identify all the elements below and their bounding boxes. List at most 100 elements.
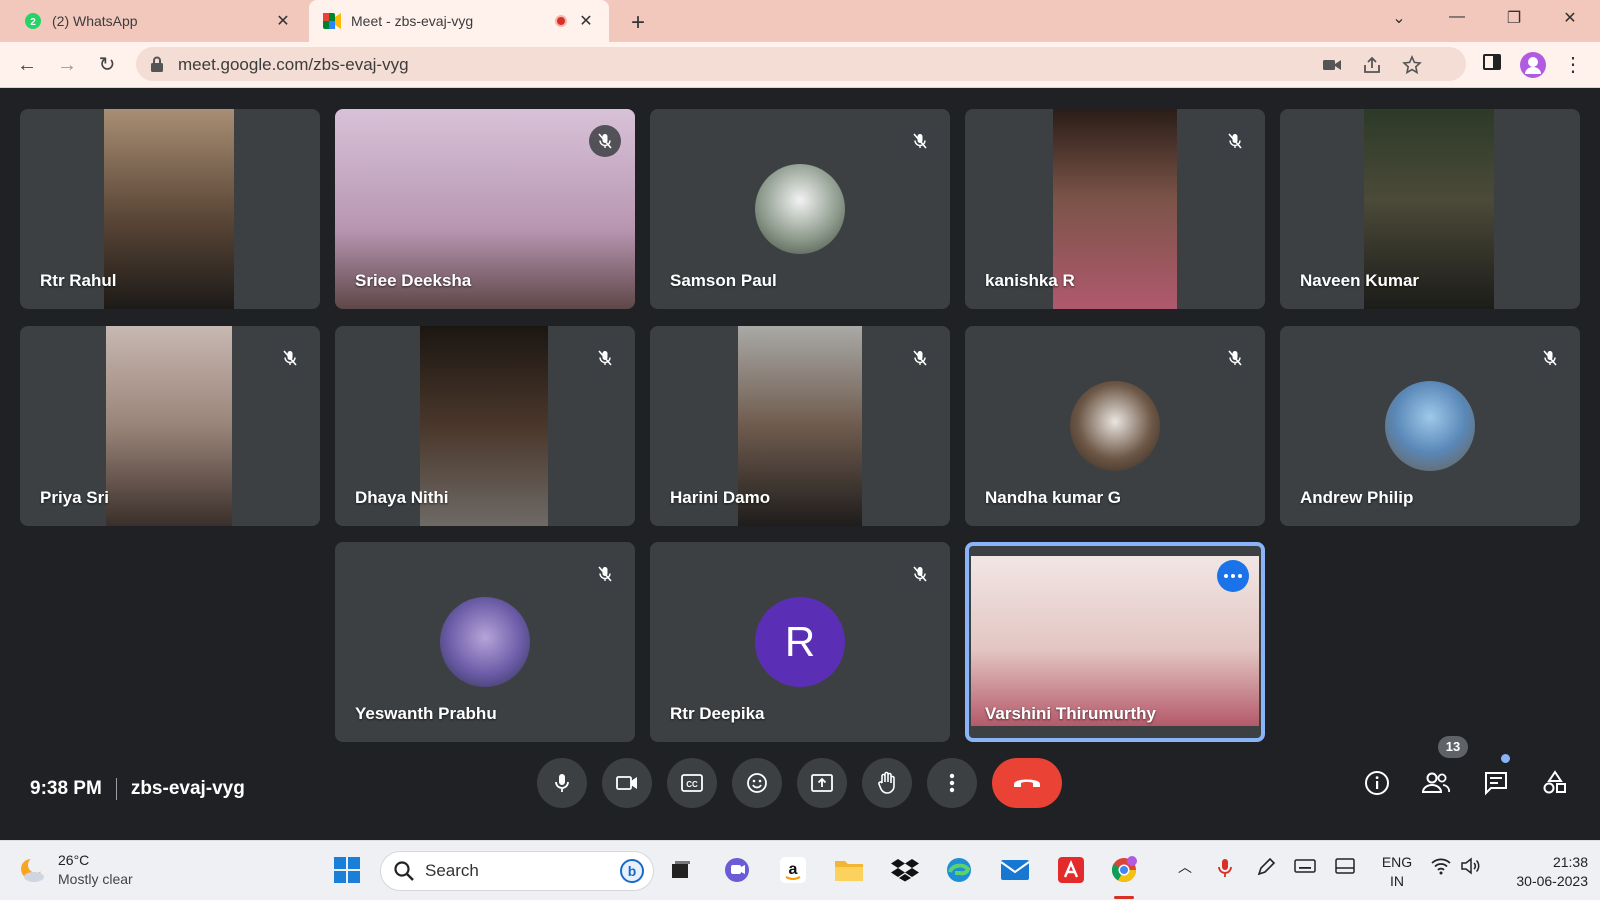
- tab-title: Meet - zbs-evaj-vyg: [351, 13, 474, 29]
- participant-tile[interactable]: Sriee Deeksha: [335, 109, 635, 309]
- system-clock[interactable]: 21:38 30-06-2023: [1498, 853, 1588, 891]
- pen-icon[interactable]: [1256, 857, 1276, 880]
- present-screen-button[interactable]: [797, 758, 847, 808]
- profile-avatar[interactable]: [1520, 52, 1546, 78]
- participant-name: Varshini Thirumurthy: [985, 704, 1156, 723]
- microphone-button[interactable]: [537, 758, 587, 808]
- task-view-icon[interactable]: [664, 853, 698, 887]
- volume-icon[interactable]: [1460, 857, 1482, 878]
- participant-tile[interactable]: Naveen Kumar: [1280, 109, 1580, 309]
- amazon-icon[interactable]: a: [776, 853, 810, 887]
- reload-icon[interactable]: ↻: [94, 52, 120, 78]
- url-text: meet.google.com/zbs-evaj-vyg: [178, 55, 409, 74]
- touch-keyboard-icon[interactable]: [1294, 857, 1316, 878]
- start-button[interactable]: [330, 853, 364, 887]
- mic-off-icon: [589, 558, 621, 590]
- weather-widget[interactable]: 26°C Mostly clear: [18, 851, 133, 889]
- participant-name: Naveen Kumar: [1300, 271, 1420, 290]
- svg-text:a: a: [789, 861, 798, 878]
- moon-cloud-icon: [21, 857, 44, 882]
- camera-in-use-icon[interactable]: [1322, 55, 1342, 75]
- taskbar-search-box[interactable]: Search b: [380, 851, 654, 891]
- participant-tile[interactable]: Harini Damo: [650, 326, 950, 526]
- participant-avatar: [1385, 381, 1475, 471]
- more-vert-icon: [949, 773, 955, 793]
- chat-button[interactable]: [1481, 768, 1511, 798]
- acrobat-icon[interactable]: [1054, 853, 1088, 887]
- wifi-icon[interactable]: [1430, 857, 1452, 878]
- participant-name: Samson Paul: [670, 271, 777, 290]
- tab-meet[interactable]: Meet - zbs-evaj-vyg ✕: [309, 0, 609, 42]
- back-icon[interactable]: ←: [14, 52, 40, 78]
- search-label: Search: [425, 861, 479, 880]
- microphone-in-use-icon[interactable]: [1216, 857, 1234, 882]
- edge-icon[interactable]: [942, 853, 976, 887]
- raise-hand-button[interactable]: [862, 758, 912, 808]
- dropbox-icon[interactable]: [888, 853, 922, 887]
- participant-tile[interactable]: R Rtr Deepika: [650, 542, 950, 742]
- participant-count-badge: 13: [1438, 736, 1468, 758]
- participant-name: Harini Damo: [670, 488, 771, 507]
- participant-tile[interactable]: Rtr Rahul: [20, 109, 320, 309]
- participant-video: [106, 326, 232, 526]
- hang-up-icon: [1014, 779, 1040, 787]
- temperature: 26°C: [58, 852, 90, 868]
- leave-call-button[interactable]: [992, 758, 1062, 808]
- closed-captions-icon: CC: [681, 774, 703, 792]
- participant-tile[interactable]: Andrew Philip: [1280, 326, 1580, 526]
- activities-icon: [1543, 770, 1566, 794]
- show-hidden-icons[interactable]: ︿: [1178, 857, 1192, 877]
- touchpad-icon[interactable]: [1334, 857, 1356, 878]
- file-explorer-icon[interactable]: [832, 853, 866, 887]
- activities-button[interactable]: [1540, 768, 1570, 798]
- participant-tile[interactable]: Yeswanth Prabhu: [335, 542, 635, 742]
- google-meet-icon: [323, 12, 341, 30]
- new-tab-button[interactable]: +: [626, 9, 650, 37]
- participant-name: Rtr Rahul: [40, 271, 117, 290]
- participant-tile[interactable]: Priya Sri: [20, 326, 320, 526]
- captions-button[interactable]: CC: [667, 758, 717, 808]
- language-code: ENG: [1381, 854, 1413, 870]
- reactions-button[interactable]: [732, 758, 782, 808]
- tab-whatsapp[interactable]: 2 (2) WhatsApp ✕: [10, 0, 306, 42]
- participant-tile[interactable]: Nandha kumar G: [965, 326, 1265, 526]
- address-bar[interactable]: meet.google.com/zbs-evaj-vyg: [136, 47, 1466, 81]
- participant-avatar: [440, 597, 530, 687]
- participant-name: Yeswanth Prabhu: [355, 704, 497, 723]
- teams-chat-icon[interactable]: [720, 853, 754, 887]
- input-language-indicator[interactable]: ENG IN: [1379, 853, 1415, 891]
- participant-avatar: [1070, 381, 1160, 471]
- minimize-icon[interactable]: —: [1445, 8, 1469, 26]
- mic-off-icon: [589, 342, 621, 374]
- microphone-icon: [555, 774, 569, 792]
- divider: [115, 778, 117, 800]
- participant-tile-self[interactable]: Varshini Thirumurthy: [965, 542, 1265, 742]
- browser-menu-icon[interactable]: ⋮: [1560, 52, 1586, 78]
- meet-stage: Rtr Rahul Sriee Deeksha Samson Paul kani…: [0, 88, 1600, 840]
- participant-tile[interactable]: kanishka R: [965, 109, 1265, 309]
- forward-icon[interactable]: →: [54, 52, 80, 78]
- more-options-button[interactable]: [927, 758, 977, 808]
- close-window-icon[interactable]: ✕: [1558, 8, 1582, 28]
- bookmark-star-icon[interactable]: [1402, 55, 1422, 75]
- close-tab-icon[interactable]: ✕: [573, 11, 599, 31]
- meeting-details-button[interactable]: [1362, 768, 1392, 798]
- mic-off-icon: [904, 125, 936, 157]
- more-options-button[interactable]: [1217, 560, 1249, 592]
- mic-off-icon: [589, 125, 621, 157]
- share-icon[interactable]: [1362, 55, 1382, 75]
- participant-tile[interactable]: Dhaya Nithi: [335, 326, 635, 526]
- restore-icon[interactable]: ❐: [1502, 8, 1526, 28]
- svg-text:b: b: [628, 863, 637, 879]
- camera-button[interactable]: [602, 758, 652, 808]
- people-button[interactable]: [1421, 768, 1451, 798]
- clock-date: 30-06-2023: [1516, 873, 1588, 889]
- chrome-icon[interactable]: [1107, 853, 1141, 887]
- mail-icon[interactable]: [998, 853, 1032, 887]
- windows-taskbar: 26°C Mostly clear Search b a ︿ ENG IN 21…: [0, 840, 1600, 900]
- participant-video: [971, 556, 1259, 726]
- tab-search-icon[interactable]: ⌄: [1387, 8, 1411, 28]
- side-panel-icon[interactable]: [1482, 52, 1508, 78]
- close-tab-icon[interactable]: ✕: [270, 11, 296, 31]
- participant-tile[interactable]: Samson Paul: [650, 109, 950, 309]
